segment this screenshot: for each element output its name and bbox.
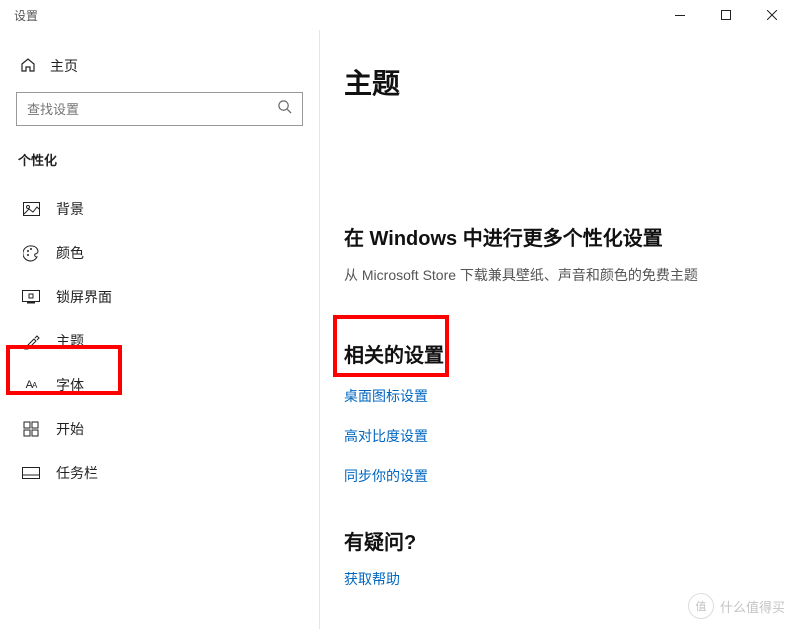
link-high-contrast[interactable]: 高对比度设置 bbox=[344, 426, 771, 446]
minimize-button[interactable] bbox=[657, 0, 703, 30]
maximize-icon bbox=[721, 10, 731, 20]
nav-lockscreen[interactable]: 锁屏界面 bbox=[16, 275, 303, 319]
search-icon bbox=[277, 99, 292, 119]
nav-label: 背景 bbox=[56, 199, 84, 219]
maximize-button[interactable] bbox=[703, 0, 749, 30]
section-title: 个性化 bbox=[16, 150, 303, 169]
link-get-help[interactable]: 获取帮助 bbox=[344, 569, 771, 589]
nav-label: 锁屏界面 bbox=[56, 287, 112, 307]
window-controls bbox=[657, 0, 795, 30]
sidebar: 主页 个性化 背景 颜色 锁屏界面 bbox=[0, 30, 320, 629]
themes-icon bbox=[22, 333, 40, 350]
nav-fonts[interactable]: AA 字体 bbox=[16, 363, 303, 407]
nav-start[interactable]: 开始 bbox=[16, 407, 303, 451]
fonts-icon: AA bbox=[22, 379, 40, 391]
start-icon bbox=[22, 421, 40, 437]
close-icon bbox=[767, 10, 777, 20]
home-nav[interactable]: 主页 bbox=[16, 50, 303, 92]
main-content: 主题 在 Windows 中进行更多个性化设置 从 Microsoft Stor… bbox=[320, 30, 795, 629]
watermark-icon: 值 bbox=[688, 593, 714, 619]
help-heading: 有疑问? bbox=[344, 526, 771, 555]
nav-themes[interactable]: 主题 bbox=[16, 319, 303, 363]
palette-icon bbox=[22, 245, 40, 262]
search-input[interactable] bbox=[27, 102, 277, 117]
home-label: 主页 bbox=[50, 56, 78, 76]
nav-label: 任务栏 bbox=[56, 463, 98, 483]
home-icon bbox=[20, 57, 36, 76]
watermark: 值 什么值得买 bbox=[688, 593, 785, 619]
more-personalization-sub: 从 Microsoft Store 下载兼具壁纸、声音和颜色的免费主题 bbox=[344, 265, 771, 285]
link-sync-settings[interactable]: 同步你的设置 bbox=[344, 466, 771, 486]
nav-taskbar[interactable]: 任务栏 bbox=[16, 451, 303, 495]
link-desktop-icons[interactable]: 桌面图标设置 bbox=[344, 386, 771, 406]
related-settings-heading: 相关的设置 bbox=[344, 339, 771, 368]
minimize-icon bbox=[675, 15, 685, 16]
nav-label: 字体 bbox=[56, 375, 84, 395]
watermark-text: 什么值得买 bbox=[720, 597, 785, 616]
nav-label: 主题 bbox=[56, 331, 84, 351]
nav-colors[interactable]: 颜色 bbox=[16, 231, 303, 275]
nav-label: 颜色 bbox=[56, 243, 84, 263]
search-box[interactable] bbox=[16, 92, 303, 126]
taskbar-icon bbox=[22, 467, 40, 479]
window-title: 设置 bbox=[14, 7, 38, 24]
close-button[interactable] bbox=[749, 0, 795, 30]
image-icon bbox=[22, 202, 40, 216]
page-title: 主题 bbox=[344, 62, 771, 102]
nav-label: 开始 bbox=[56, 419, 84, 439]
more-personalization-heading: 在 Windows 中进行更多个性化设置 bbox=[344, 222, 771, 251]
nav-background[interactable]: 背景 bbox=[16, 187, 303, 231]
lockscreen-icon bbox=[22, 290, 40, 304]
